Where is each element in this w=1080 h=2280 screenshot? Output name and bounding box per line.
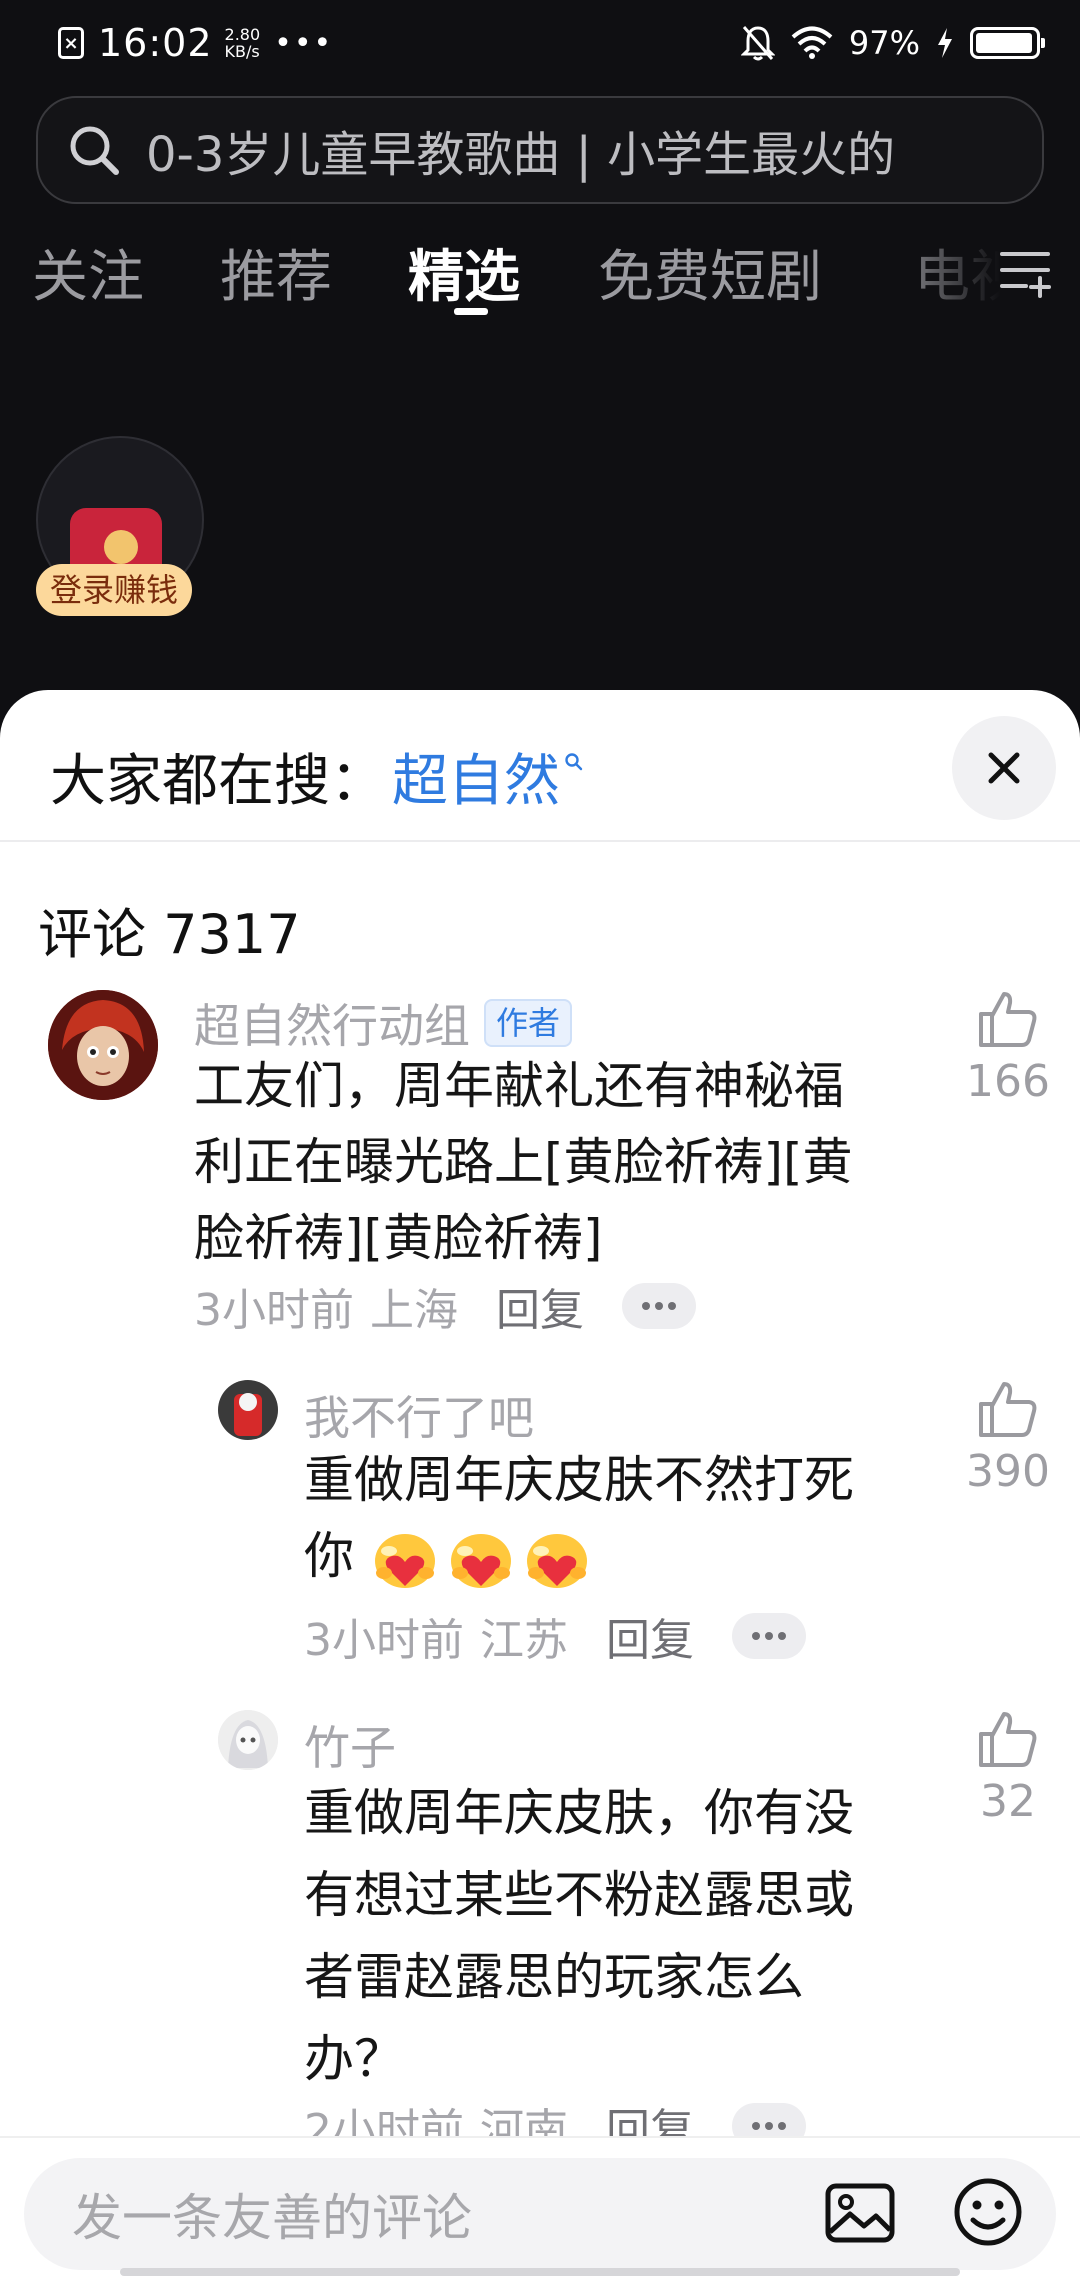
battery-icon — [970, 27, 1045, 59]
avatar[interactable] — [48, 990, 158, 1100]
search-icon — [70, 126, 119, 175]
comment-time: 3小时前 — [194, 1285, 354, 1336]
comment-text-line: 者雷赵露思的玩家怎么 — [304, 1948, 804, 2006]
comment-location: 上海 — [370, 1285, 458, 1336]
like-count: 166 — [966, 1056, 1050, 1107]
coin-icon — [104, 530, 138, 564]
battery-percent: 97% — [848, 24, 920, 62]
comment-sheet: 大家都在搜： 超自然 评论 7317 超自然行动组 作者 工友们，周年献礼还有神… — [0, 690, 1080, 2280]
avatar-image — [48, 990, 158, 1100]
author-name[interactable]: 竹子 — [304, 1712, 396, 1778]
comment-text: 工友们，周年献礼还有神秘福 利正在曝光路上[黄脸祈祷][黄 脸祈祷][黄脸祈祷] — [194, 1048, 934, 1276]
like-button[interactable]: 166 — [958, 990, 1058, 1107]
status-time: 16:02 — [98, 21, 213, 65]
avatar-image — [218, 1380, 278, 1440]
active-tab-indicator — [454, 308, 488, 315]
comment-text-line: 利正在曝光路上[黄脸祈祷][黄 — [194, 1133, 853, 1191]
comment-author: 我不行了吧 — [304, 1382, 534, 1448]
comment-input-bar: 发一条友善的评论 — [0, 2136, 1080, 2280]
author-tag: 作者 — [484, 999, 573, 1047]
close-button[interactable] — [952, 716, 1056, 820]
search-bar[interactable]: 0-3岁儿童早教歌曲 | 小学生最火的 — [36, 96, 1044, 204]
top-tabs: 关注 推荐 精选 免费短剧 电视 — [0, 226, 1080, 316]
avatar[interactable] — [218, 1710, 278, 1770]
hot-search-row: 大家都在搜： 超自然 — [50, 736, 584, 817]
network-speed: 2.80 KB/s — [225, 26, 261, 60]
reply-button[interactable]: 回复 — [606, 1604, 694, 1668]
author-name[interactable]: 我不行了吧 — [304, 1382, 534, 1448]
more-options-button[interactable] — [732, 1613, 806, 1659]
more-options-button[interactable] — [622, 1283, 696, 1329]
comment-text-line: 重做周年庆皮肤不然打死 — [304, 1451, 854, 1509]
home-indicator — [120, 2268, 960, 2276]
more-notifications-icon: ••• — [274, 25, 334, 61]
like-count: 32 — [980, 1776, 1036, 1827]
comment-meta: 3小时前 上海 回复 — [194, 1274, 696, 1338]
heart-hug-emoji-icon — [526, 1533, 587, 1588]
thumbs-up-icon — [979, 1712, 1037, 1767]
comment-time: 3小时前 — [304, 1615, 464, 1666]
tab-follow[interactable]: 关注 — [32, 232, 144, 313]
like-button[interactable]: 32 — [958, 1710, 1058, 1827]
comment-meta: 3小时前 江苏 回复 — [304, 1604, 806, 1668]
comment-text: 重做周年庆皮肤不然打死 你 — [304, 1442, 944, 1594]
heart-hug-emoji-icon — [450, 1533, 511, 1588]
reply-button[interactable]: 回复 — [496, 1274, 584, 1338]
comment-text: 重做周年庆皮肤，你有没 有想过某些不粉赵露思或 者雷赵露思的玩家怎么 办？ — [304, 1772, 944, 2100]
like-count: 390 — [966, 1446, 1050, 1497]
avatar-image — [218, 1710, 278, 1770]
status-bar: × 16:02 2.80 KB/s ••• 97% — [0, 0, 1080, 86]
hot-search-term[interactable]: 超自然 — [392, 736, 560, 817]
comment-author: 竹子 — [304, 1712, 396, 1778]
notification-x-icon: × — [58, 27, 84, 59]
tab-featured[interactable]: 精选 — [408, 232, 520, 313]
thumbs-up-icon — [979, 1382, 1037, 1437]
comment-text-line: 工友们，周年献礼还有神秘福 — [194, 1057, 844, 1115]
bell-muted-icon — [740, 26, 775, 61]
comment-count: 评论 7317 — [38, 903, 301, 966]
emoji-picker-icon[interactable] — [952, 2176, 1024, 2248]
tab-free-short-drama[interactable]: 免费短剧 — [598, 232, 822, 313]
close-icon — [988, 752, 1020, 784]
comment-text-line: 脸祈祷][黄脸祈祷] — [194, 1209, 603, 1267]
small-search-icon — [565, 753, 583, 771]
tab-menu-icon[interactable] — [996, 242, 1054, 300]
login-earn-label[interactable]: 登录赚钱 — [36, 564, 193, 616]
comment-text-line-with-emoji: 你 — [304, 1518, 944, 1594]
comment-input[interactable]: 发一条友善的评论 — [24, 2158, 1056, 2270]
author-name[interactable]: 超自然行动组 — [194, 990, 470, 1056]
network-speed-unit: KB/s — [224, 42, 260, 61]
like-button[interactable]: 390 — [958, 1380, 1058, 1497]
comment-text-line: 重做周年庆皮肤，你有没 — [304, 1784, 854, 1842]
avatar[interactable] — [218, 1380, 278, 1440]
hot-search-prefix: 大家都在搜： — [50, 749, 386, 814]
comment-text-line: 办？ — [304, 2030, 404, 2088]
thumbs-up-icon — [979, 992, 1037, 1047]
search-suggestion-text: 0-3岁儿童早教歌曲 | 小学生最火的 — [146, 127, 896, 183]
charging-icon — [938, 28, 952, 58]
comment-text-line: 有想过某些不粉赵露思或 — [304, 1866, 854, 1924]
heart-hug-emoji-icon — [374, 1533, 435, 1588]
tab-recommend[interactable]: 推荐 — [220, 232, 332, 313]
comment-text-segment: 你 — [304, 1527, 354, 1585]
battery-level — [976, 33, 1033, 53]
wifi-icon — [791, 26, 833, 59]
comment-location: 江苏 — [480, 1615, 568, 1666]
divider — [0, 840, 1080, 842]
image-picker-icon[interactable] — [824, 2182, 896, 2244]
comment-author: 超自然行动组 作者 — [194, 990, 573, 1056]
